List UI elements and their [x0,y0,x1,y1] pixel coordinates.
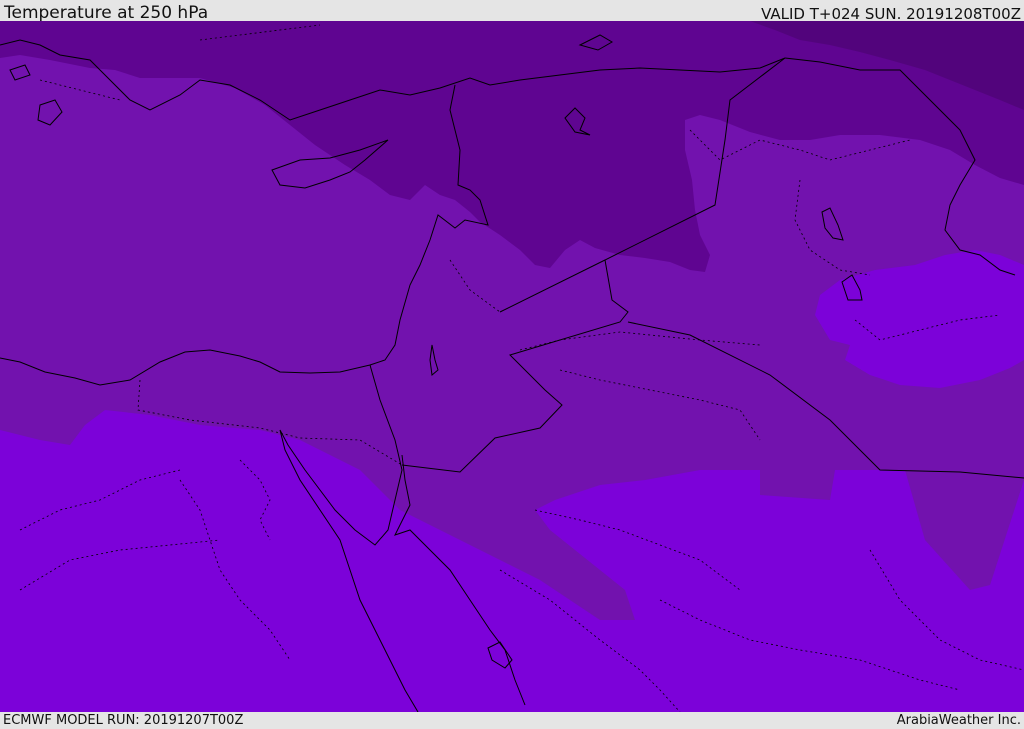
credit-text: ArabiaWeather Inc. [896,713,1021,728]
temperature-map [0,21,1024,712]
footer-bar: ECMWF MODEL RUN: 20191207T00Z ArabiaWeat… [0,712,1024,729]
map-canvas [0,21,1024,712]
map-title: Temperature at 250 hPa [4,3,209,23]
model-run: ECMWF MODEL RUN: 20191207T00Z [3,713,244,728]
map-viewer: Temperature at 250 hPa VALID T+024 SUN. … [0,0,1024,729]
header-bar: Temperature at 250 hPa VALID T+024 SUN. … [0,0,1024,23]
